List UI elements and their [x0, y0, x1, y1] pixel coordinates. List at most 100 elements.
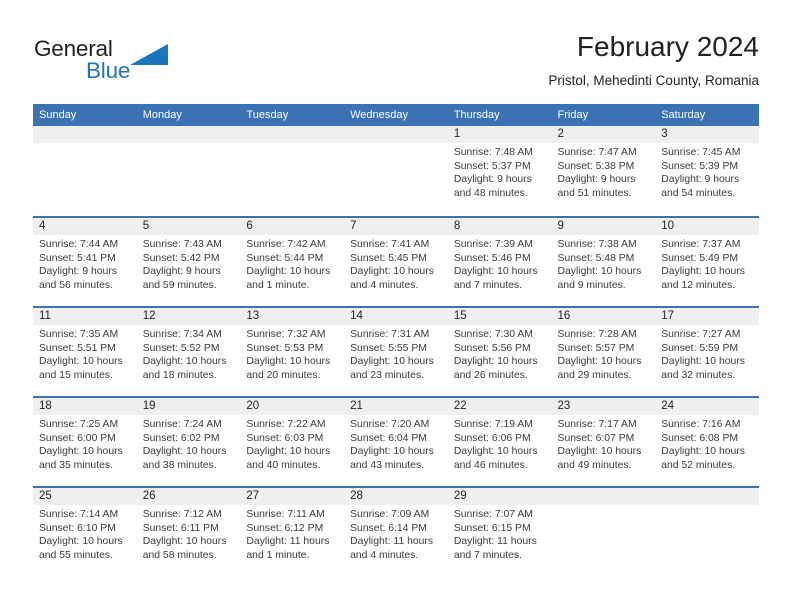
day-cell-empty	[33, 126, 137, 214]
day-detail-line: Sunrise: 7:27 AM	[661, 329, 741, 340]
day-detail-line: Sunrise: 7:07 AM	[453, 509, 533, 520]
day-cell-15[interactable]: 15 Sunrise: 7:30 AM Sunset: 5:56 PM Dayligh…	[447, 308, 552, 396]
day-number-band: 29	[447, 488, 552, 505]
day-number: 2	[557, 128, 564, 140]
day-number: 12	[142, 310, 156, 322]
day-number-band	[240, 126, 345, 143]
day-cell-19[interactable]: 19 Sunrise: 7:24 AM Sunset: 6:02 PM Dayligh…	[136, 398, 241, 486]
day-cell-9[interactable]: 9 Sunrise: 7:38 AM Sunset: 5:48 PM Daylight…	[551, 218, 656, 306]
day-cell-18[interactable]: 18 Sunrise: 7:25 AM Sunset: 6:00 PM Dayligh…	[33, 398, 137, 486]
day-cell-11[interactable]: 11 Sunrise: 7:35 AM Sunset: 5:51 PM Dayligh…	[33, 308, 137, 396]
day-detail-line: and 4 minutes.	[350, 279, 419, 291]
title-block: February 2024 Pristol, Mehedinti County,…	[548, 30, 759, 90]
day-cell-1[interactable]: 1 Sunrise: 7:48 AM Sunset: 5:37 PM Daylight…	[447, 126, 552, 214]
day-detail-line: Daylight: 10 hours	[39, 356, 123, 368]
day-cell-13[interactable]: 13 Sunrise: 7:32 AM Sunset: 5:53 PM Dayligh…	[240, 308, 345, 396]
day-details: Sunrise: 7:09 AM Sunset: 6:14 PM Daylight:…	[344, 505, 448, 562]
day-cell-23[interactable]: 23 Sunrise: 7:17 AM Sunset: 6:07 PM Dayligh…	[551, 398, 656, 486]
day-cell-5[interactable]: 5 Sunrise: 7:43 AM Sunset: 5:42 PM Daylight…	[136, 218, 241, 306]
day-number: 6	[246, 220, 253, 232]
day-number-band: 21	[344, 398, 448, 415]
day-number: 15	[453, 310, 467, 322]
day-cell-empty	[655, 488, 759, 576]
day-detail-line: Daylight: 9 hours	[142, 266, 221, 278]
day-cell-28[interactable]: 28 Sunrise: 7:09 AM Sunset: 6:14 PM Dayligh…	[344, 488, 448, 576]
day-number-band: 4	[33, 218, 137, 235]
day-cell-24[interactable]: 24 Sunrise: 7:16 AM Sunset: 6:08 PM Dayligh…	[655, 398, 759, 486]
day-detail-line: Daylight: 10 hours	[142, 536, 227, 548]
day-number: 11	[39, 310, 51, 322]
day-detail-line: and 55 minutes.	[39, 549, 113, 561]
day-cell-21[interactable]: 21 Sunrise: 7:20 AM Sunset: 6:04 PM Dayligh…	[344, 398, 448, 486]
day-details: Sunrise: 7:14 AM Sunset: 6:10 PM Daylight:…	[33, 505, 137, 562]
day-detail-line: Daylight: 10 hours	[661, 446, 745, 458]
day-detail-line: Sunrise: 7:31 AM	[350, 329, 430, 340]
day-cell-22[interactable]: 22 Sunrise: 7:19 AM Sunset: 6:06 PM Dayligh…	[447, 398, 552, 486]
day-detail-line: Daylight: 10 hours	[350, 356, 434, 368]
day-cell-10[interactable]: 10 Sunrise: 7:37 AM Sunset: 5:49 PM Dayligh…	[655, 218, 759, 306]
day-number-band: 1	[447, 126, 552, 143]
day-details	[240, 143, 344, 146]
day-detail-line: Daylight: 11 hours	[350, 536, 434, 548]
day-detail-line: Sunset: 6:15 PM	[453, 522, 531, 534]
calendar-grid: Sunday Monday Tuesday Wednesday Thursday Frid…	[33, 104, 759, 576]
day-number: 10	[661, 220, 675, 232]
day-detail-line: Sunrise: 7:35 AM	[39, 329, 119, 340]
day-detail-line: Daylight: 10 hours	[661, 356, 745, 368]
day-cell-27[interactable]: 27 Sunrise: 7:11 AM Sunset: 6:12 PM Dayligh…	[240, 488, 345, 576]
day-detail-line: Daylight: 10 hours	[142, 356, 227, 368]
day-details: Sunrise: 7:25 AM Sunset: 6:00 PM Daylight:…	[33, 415, 137, 472]
day-detail-line: and 43 minutes.	[350, 459, 425, 471]
day-cell-17[interactable]: 17 Sunrise: 7:27 AM Sunset: 5:59 PM Dayligh…	[655, 308, 759, 396]
day-cell-20[interactable]: 20 Sunrise: 7:22 AM Sunset: 6:03 PM Dayligh…	[240, 398, 345, 486]
day-number-band: 9	[551, 218, 656, 235]
day-detail-line: Sunrise: 7:47 AM	[557, 147, 637, 158]
day-detail-line: Daylight: 9 hours	[661, 174, 740, 186]
day-details: Sunrise: 7:44 AM Sunset: 5:41 PM Daylight:…	[33, 235, 137, 292]
day-cell-4[interactable]: 4 Sunrise: 7:44 AM Sunset: 5:41 PM Daylight…	[33, 218, 137, 306]
day-detail-line: Sunrise: 7:44 AM	[39, 239, 119, 250]
day-details: Sunrise: 7:39 AM Sunset: 5:46 PM Daylight:…	[448, 235, 552, 292]
day-cell-25[interactable]: 25 Sunrise: 7:14 AM Sunset: 6:10 PM Dayligh…	[33, 488, 137, 576]
brand-logo: General Blue	[34, 36, 214, 88]
day-cell-2[interactable]: 2 Sunrise: 7:47 AM Sunset: 5:38 PM Daylight…	[551, 126, 656, 214]
day-number: 16	[557, 310, 571, 322]
weekday-header-tuesday: Tuesday	[246, 109, 289, 121]
day-number: 9	[557, 220, 564, 232]
day-cell-7[interactable]: 7 Sunrise: 7:41 AM Sunset: 5:45 PM Daylight…	[344, 218, 448, 306]
day-detail-line: Sunrise: 7:43 AM	[142, 239, 222, 250]
day-cell-26[interactable]: 26 Sunrise: 7:12 AM Sunset: 6:11 PM Dayligh…	[136, 488, 241, 576]
day-details: Sunrise: 7:38 AM Sunset: 5:48 PM Daylight:…	[552, 235, 656, 292]
day-detail-line: and 52 minutes.	[661, 459, 736, 471]
day-number-band	[551, 488, 656, 505]
day-detail-line: Sunset: 6:04 PM	[350, 432, 427, 444]
day-number-band	[136, 126, 241, 143]
day-detail-line: Sunrise: 7:17 AM	[557, 419, 637, 430]
day-detail-line: Sunrise: 7:11 AM	[246, 509, 325, 520]
day-details: Sunrise: 7:37 AM Sunset: 5:49 PM Daylight:…	[655, 235, 759, 292]
day-cell-16[interactable]: 16 Sunrise: 7:28 AM Sunset: 5:57 PM Dayligh…	[551, 308, 656, 396]
day-detail-line: and 35 minutes.	[39, 459, 113, 471]
day-cell-29[interactable]: 29 Sunrise: 7:07 AM Sunset: 6:15 PM Dayligh…	[447, 488, 552, 576]
day-details: Sunrise: 7:43 AM Sunset: 5:42 PM Daylight:…	[137, 235, 241, 292]
day-number-band: 3	[655, 126, 759, 143]
day-detail-line: Daylight: 10 hours	[350, 266, 434, 278]
day-details: Sunrise: 7:11 AM Sunset: 6:12 PM Daylight:…	[240, 505, 344, 562]
day-cell-12[interactable]: 12 Sunrise: 7:34 AM Sunset: 5:52 PM Dayligh…	[136, 308, 241, 396]
day-details: Sunrise: 7:28 AM Sunset: 5:57 PM Daylight:…	[552, 325, 656, 382]
day-cell-3[interactable]: 3 Sunrise: 7:45 AM Sunset: 5:39 PM Daylight…	[655, 126, 759, 214]
day-number: 18	[39, 400, 52, 412]
day-cell-8[interactable]: 8 Sunrise: 7:39 AM Sunset: 5:46 PM Daylight…	[447, 218, 552, 306]
day-details: Sunrise: 7:07 AM Sunset: 6:15 PM Daylight:…	[448, 505, 552, 562]
day-number-band: 26	[136, 488, 241, 505]
day-details: Sunrise: 7:48 AM Sunset: 5:37 PM Daylight:…	[448, 143, 552, 200]
day-detail-line: Daylight: 9 hours	[453, 174, 532, 186]
day-detail-line: Sunrise: 7:09 AM	[350, 509, 430, 520]
day-cell-14[interactable]: 14 Sunrise: 7:31 AM Sunset: 5:55 PM Dayligh…	[344, 308, 448, 396]
day-detail-line: Sunrise: 7:12 AM	[142, 509, 222, 520]
day-number: 14	[350, 310, 363, 322]
day-cell-6[interactable]: 6 Sunrise: 7:42 AM Sunset: 5:44 PM Daylight…	[240, 218, 345, 306]
day-detail-line: Daylight: 10 hours	[661, 266, 745, 278]
day-detail-line: and 58 minutes.	[142, 549, 217, 561]
day-detail-line: and 46 minutes.	[453, 459, 528, 471]
